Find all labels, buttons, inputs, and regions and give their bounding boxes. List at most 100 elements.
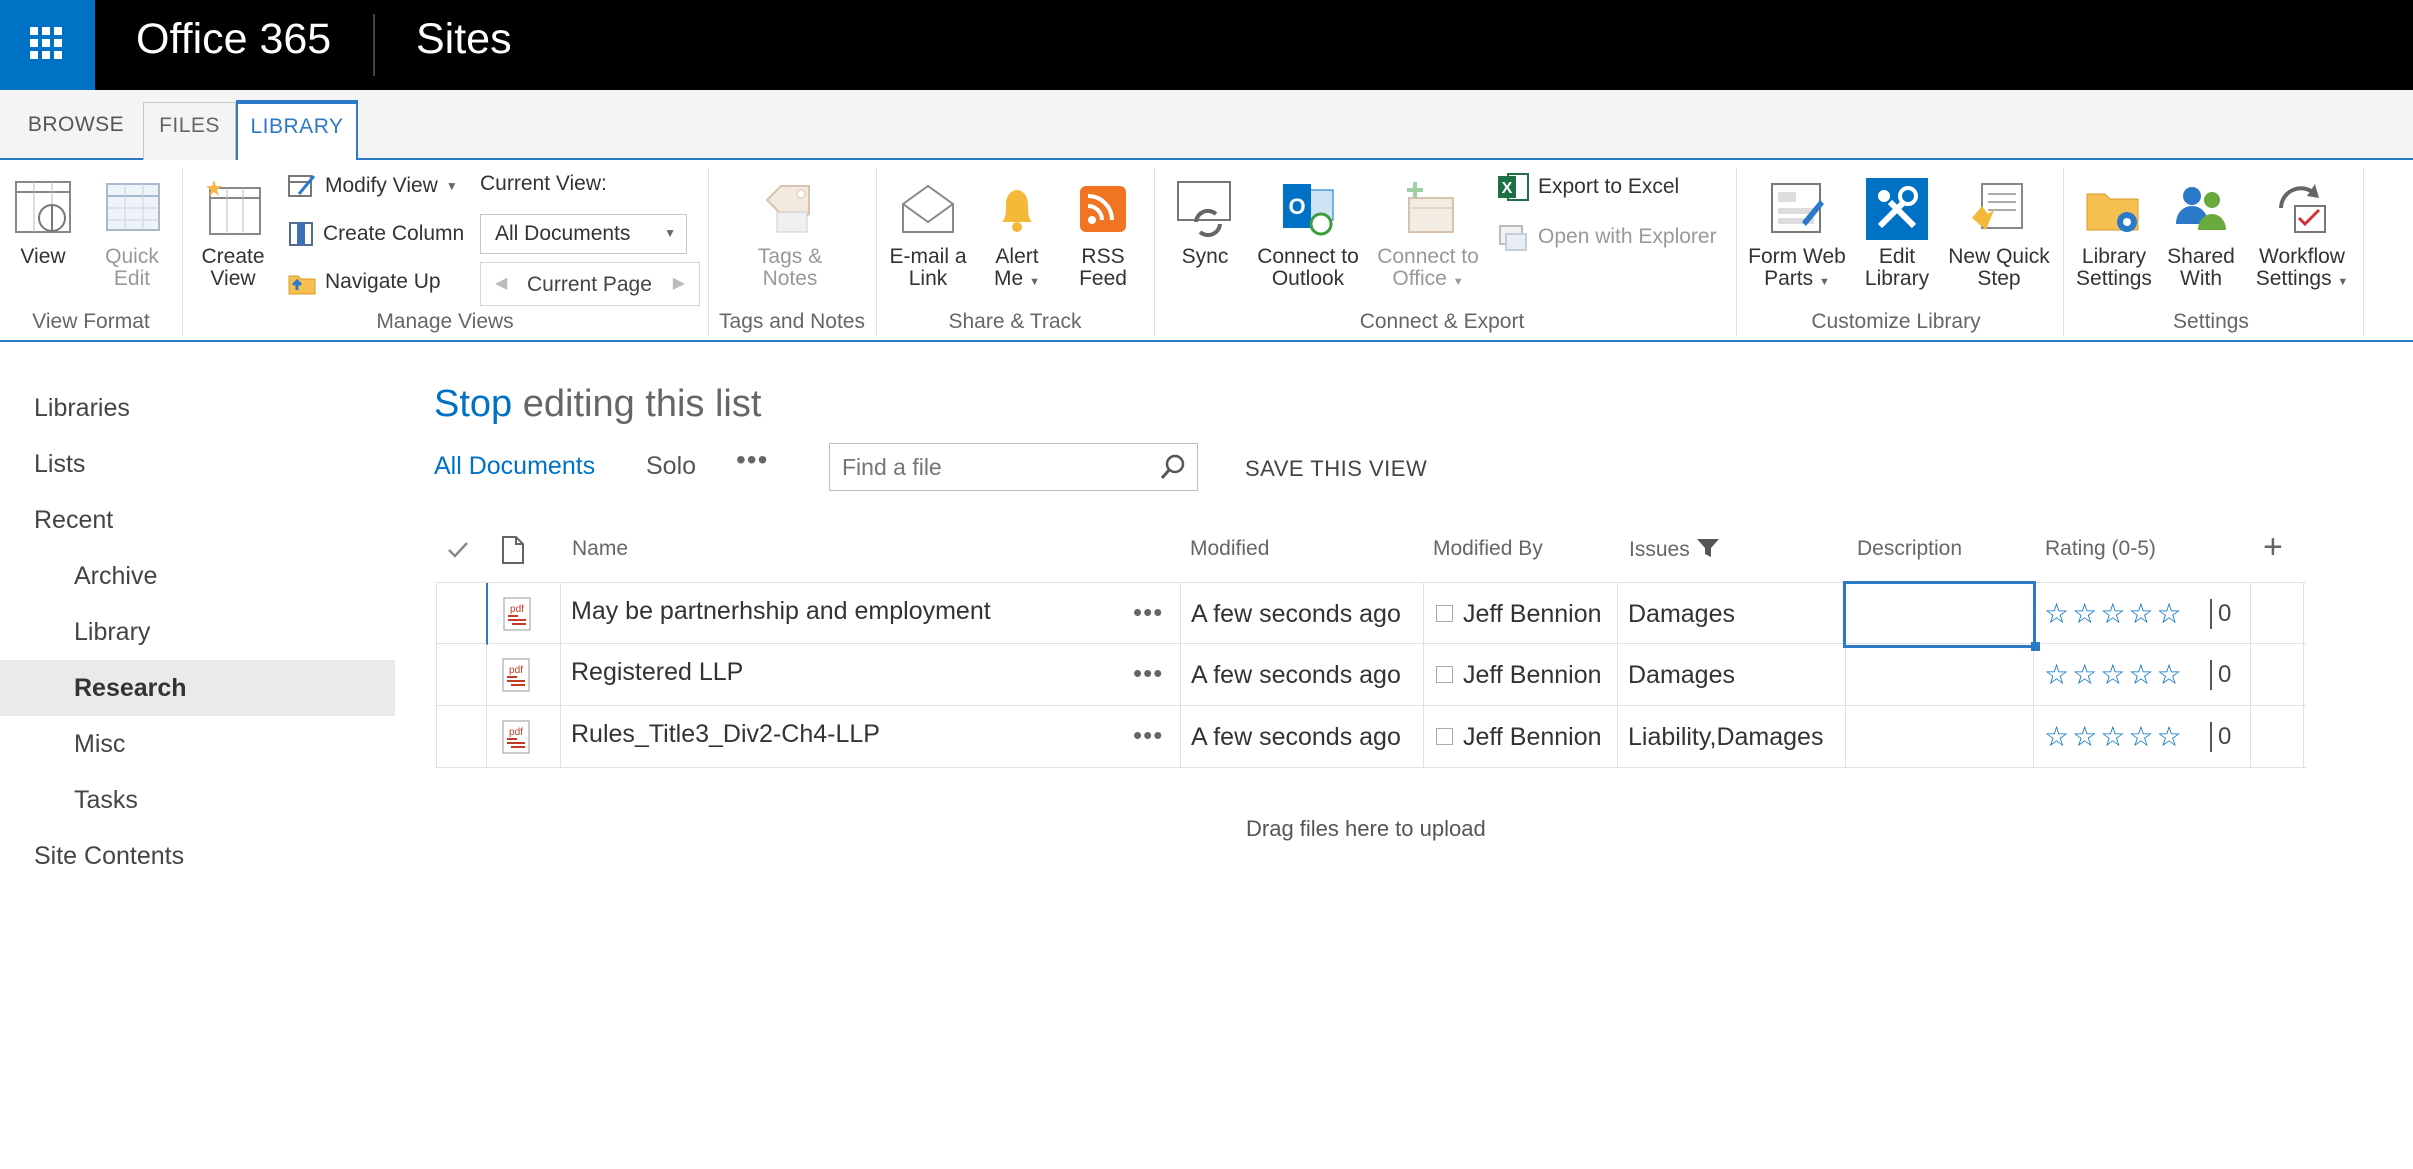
search-input[interactable] xyxy=(829,443,1198,491)
nav-item-library[interactable]: Library xyxy=(0,604,395,660)
connect-outlook-button[interactable]: O Connect to Outlook xyxy=(1252,178,1364,290)
view-all-documents[interactable]: All Documents xyxy=(434,452,595,481)
quick-edit-button[interactable]: Quick Edit xyxy=(92,178,172,290)
rating-cell[interactable]: ☆ ☆ ☆ ☆ ☆ 0 xyxy=(2033,644,2250,706)
star-outline-icon[interactable]: ☆ xyxy=(2044,706,2069,768)
column-header-modified-by[interactable]: Modified By xyxy=(1433,537,1543,561)
modified-by-user[interactable]: Jeff Bennion xyxy=(1463,661,1602,689)
form-web-parts-button[interactable]: Form Web Parts ▼ xyxy=(1745,178,1849,293)
column-header-issues-label: Issues xyxy=(1629,538,1690,561)
add-column-button[interactable]: + xyxy=(2263,528,2283,567)
star-outline-icon[interactable]: ☆ xyxy=(2156,706,2181,768)
rating-cell[interactable]: ☆ ☆ ☆ ☆ ☆ 0 xyxy=(2033,706,2250,768)
tab-library[interactable]: LIBRARY xyxy=(236,100,358,160)
connect-office-button[interactable]: Connect to Office ▼ xyxy=(1372,178,1484,293)
star-outline-icon[interactable]: ☆ xyxy=(2044,583,2069,645)
column-header-description[interactable]: Description xyxy=(1857,537,1962,561)
active-cell-editor[interactable] xyxy=(1843,581,2036,648)
tags-notes-button[interactable]: Tags & Notes xyxy=(740,178,840,290)
search-icon[interactable] xyxy=(1158,452,1188,482)
star-outline-icon[interactable]: ☆ xyxy=(2128,644,2153,706)
rating-stars[interactable]: ☆ ☆ ☆ ☆ ☆ xyxy=(2044,706,2182,768)
file-name-link[interactable]: May be partnerhship and employment xyxy=(571,583,991,642)
nav-item-misc[interactable]: Misc xyxy=(0,716,395,772)
nav-item-libraries[interactable]: Libraries xyxy=(0,380,395,436)
app-launcher-button[interactable] xyxy=(0,0,95,90)
export-excel-button[interactable]: X Export to Excel xyxy=(1496,170,1679,204)
workflow-settings-button[interactable]: Workflow Settings ▼ xyxy=(2250,178,2354,293)
name-cell[interactable]: Registered LLP ••• xyxy=(560,644,1180,706)
shared-with-button[interactable]: Shared With xyxy=(2166,178,2236,290)
star-outline-icon[interactable]: ☆ xyxy=(2128,706,2153,768)
save-view-button[interactable]: SAVE THIS VIEW xyxy=(1245,456,1427,482)
modified-by-user[interactable]: Jeff Bennion xyxy=(1463,723,1602,751)
name-cell[interactable]: Rules_Title3_Div2-Ch4-LLP ••• xyxy=(560,706,1180,768)
rss-feed-button[interactable]: RSS Feed xyxy=(1068,178,1138,290)
nav-item-recent[interactable]: Recent xyxy=(0,492,395,548)
tab-files[interactable]: FILES xyxy=(143,102,236,160)
item-menu-button[interactable]: ••• xyxy=(1133,583,1163,643)
nav-item-lists[interactable]: Lists xyxy=(0,436,395,492)
view-solo[interactable]: Solo xyxy=(646,452,696,481)
file-name-link[interactable]: Registered LLP xyxy=(571,644,743,703)
nav-item-site-contents[interactable]: Site Contents xyxy=(0,828,395,884)
nav-item-tasks[interactable]: Tasks xyxy=(0,772,395,828)
column-header-name[interactable]: Name xyxy=(572,537,628,561)
open-explorer-button[interactable]: Open with Explorer xyxy=(1496,220,1717,254)
more-views-button[interactable]: ••• xyxy=(736,444,768,476)
presence-checkbox[interactable] xyxy=(1436,665,1453,683)
column-header-modified[interactable]: Modified xyxy=(1190,537,1269,561)
create-column-button[interactable]: Create Column xyxy=(287,220,464,248)
rating-cell[interactable]: ☆ ☆ ☆ ☆ ☆ 0 xyxy=(2033,583,2250,645)
star-outline-icon[interactable]: ☆ xyxy=(2072,644,2097,706)
star-outline-icon[interactable]: ☆ xyxy=(2156,583,2181,645)
file-name-link[interactable]: Rules_Title3_Div2-Ch4-LLP xyxy=(571,706,880,765)
description-cell[interactable] xyxy=(1845,706,2033,768)
star-outline-icon[interactable]: ☆ xyxy=(2072,706,2097,768)
modified-by-user[interactable]: Jeff Bennion xyxy=(1463,600,1602,628)
row-select-cell[interactable] xyxy=(436,583,486,645)
star-outline-icon[interactable]: ☆ xyxy=(2100,583,2125,645)
previous-page-icon[interactable]: ◀ xyxy=(495,273,507,293)
brand-title[interactable]: Office 365 xyxy=(136,15,331,64)
row-select-cell[interactable] xyxy=(436,706,486,768)
column-header-issues[interactable]: Issues xyxy=(1629,537,1720,562)
rating-stars[interactable]: ☆ ☆ ☆ ☆ ☆ xyxy=(2044,583,2182,645)
star-outline-icon[interactable]: ☆ xyxy=(2100,706,2125,768)
email-link-button[interactable]: E-mail a Link xyxy=(880,178,976,290)
nav-item-research[interactable]: Research xyxy=(0,660,395,716)
library-settings-button[interactable]: Library Settings xyxy=(2070,178,2158,290)
stop-editing-link[interactable]: Stop xyxy=(434,383,512,425)
fill-handle[interactable] xyxy=(2031,642,2040,651)
name-cell[interactable]: May be partnerhship and employment ••• xyxy=(560,583,1180,645)
new-quick-step-button[interactable]: New Quick Step xyxy=(1944,178,2054,290)
sites-link[interactable]: Sites xyxy=(416,15,512,64)
edit-library-button[interactable]: Edit Library xyxy=(1858,178,1936,290)
star-outline-icon[interactable]: ☆ xyxy=(2044,644,2069,706)
star-outline-icon[interactable]: ☆ xyxy=(2128,583,2153,645)
rating-stars[interactable]: ☆ ☆ ☆ ☆ ☆ xyxy=(2044,644,2182,706)
sync-button[interactable]: Sync xyxy=(1170,178,1240,268)
description-cell[interactable] xyxy=(1845,644,2033,706)
tab-browse[interactable]: BROWSE xyxy=(20,102,132,160)
table-row[interactable]: pdf Rules_Title3_Div2-Ch4-LLP ••• A few … xyxy=(436,706,2306,768)
column-header-rating[interactable]: Rating (0-5) xyxy=(2045,537,2156,561)
modify-view-button[interactable]: Modify View ▼ xyxy=(287,172,458,200)
table-row[interactable]: pdf Registered LLP ••• A few seconds ago… xyxy=(436,644,2306,706)
nav-item-archive[interactable]: Archive xyxy=(0,548,395,604)
star-outline-icon[interactable]: ☆ xyxy=(2156,644,2181,706)
alert-me-button[interactable]: Alert Me ▼ xyxy=(982,178,1052,293)
create-view-button[interactable]: Create View xyxy=(196,178,270,290)
star-outline-icon[interactable]: ☆ xyxy=(2072,583,2097,645)
item-menu-button[interactable]: ••• xyxy=(1133,706,1163,766)
current-view-select[interactable]: All Documents ▼ xyxy=(480,214,687,254)
select-all-checkmark-icon[interactable] xyxy=(446,540,470,560)
presence-checkbox[interactable] xyxy=(1436,604,1453,622)
star-outline-icon[interactable]: ☆ xyxy=(2100,644,2125,706)
row-select-cell[interactable] xyxy=(436,644,486,706)
presence-checkbox[interactable] xyxy=(1436,727,1453,745)
navigate-up-button[interactable]: Navigate Up xyxy=(287,268,441,296)
item-menu-button[interactable]: ••• xyxy=(1133,644,1163,704)
view-button[interactable]: View xyxy=(8,178,78,268)
next-page-icon[interactable]: ▶ xyxy=(673,273,685,293)
